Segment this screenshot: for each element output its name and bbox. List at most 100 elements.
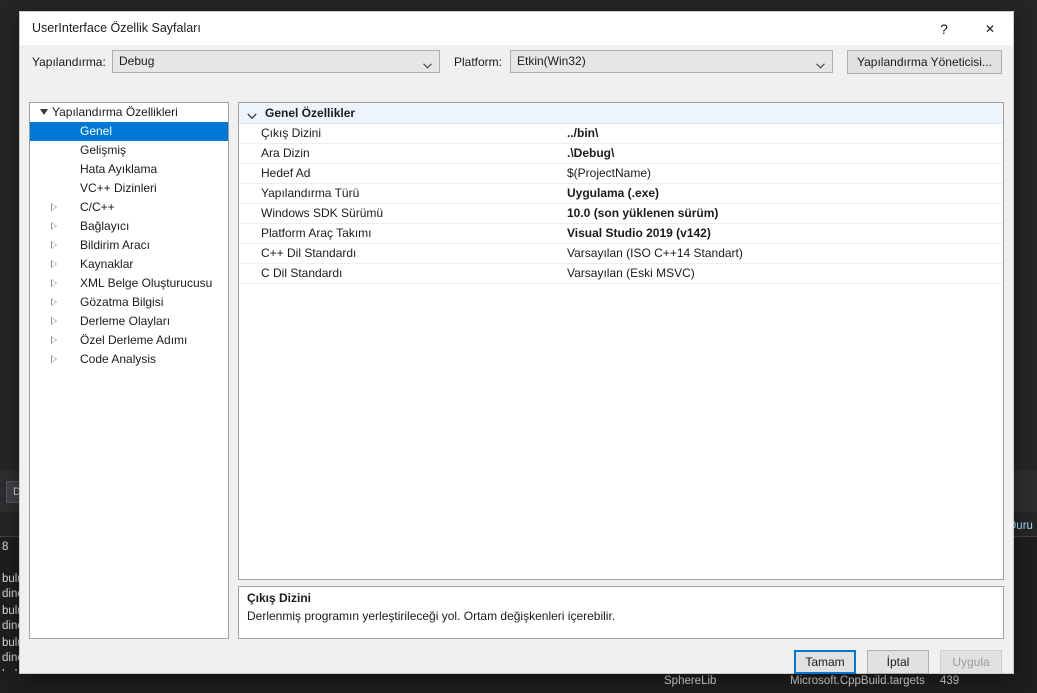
tree-item-label: Genel [80, 124, 113, 138]
status-file: Microsoft.CppBuild.targets [790, 675, 925, 687]
property-name: Platform Araç Takımı [261, 226, 372, 240]
configuration-bar: Yapılandırma: Debug Platform: Etkin(Win3… [20, 45, 1013, 80]
triangle-glyph [40, 109, 48, 115]
dialog-title-bar: UserInterface Özellik Sayfaları ? ✕ [20, 12, 1013, 45]
property-name: Ara Dizin [261, 146, 310, 160]
help-glyph: ? [940, 20, 948, 37]
property-value[interactable]: Uygulama (.exe) [567, 186, 659, 200]
expander-closed-icon[interactable] [46, 350, 62, 369]
triangle-glyph [51, 259, 57, 268]
triangle-glyph [51, 335, 57, 344]
property-row[interactable]: C++ Dil Standardı Varsayılan (ISO C++14 S… [239, 244, 1003, 264]
expander-closed-icon[interactable] [46, 312, 62, 331]
status-badge: 8 [2, 541, 9, 553]
description-panel: Çıkış Dizini Derlenmiş programın yerleşt… [238, 586, 1004, 639]
tree-item-yap-land-rma-zellikleri[interactable]: Yapılandırma Özellikleri [30, 103, 228, 122]
property-name: C Dil Standardı [261, 266, 343, 280]
chevron-down-icon [423, 58, 432, 69]
triangle-glyph [51, 240, 57, 249]
tree-item-hata-ay-klama[interactable]: Hata Ayıklama [30, 160, 228, 179]
tree-item-genel[interactable]: Genel [30, 122, 228, 141]
property-pages-dialog: UserInterface Özellik Sayfaları ? ✕ Yapı… [20, 12, 1013, 674]
help-icon[interactable]: ? [921, 12, 967, 45]
apply-button: Uygula [940, 650, 1002, 674]
platform-value: Etkin(Win32) [517, 54, 586, 68]
expander-closed-icon[interactable] [46, 198, 62, 217]
status-project: SphereLib [664, 675, 717, 687]
chevron-down-icon [816, 58, 825, 69]
property-value[interactable]: Varsayılan (ISO C++14 Standart) [567, 246, 743, 260]
property-value[interactable]: Varsayılan (Eski MSVC) [567, 266, 695, 280]
property-grid[interactable]: Genel Özellikler Çıkış Dizini ../bin\ Ara … [238, 102, 1004, 580]
property-row[interactable]: Çıkış Dizini ../bin\ [239, 124, 1003, 144]
triangle-glyph [51, 221, 57, 230]
description-text: Derlenmiş programın yerleştirileceği yol… [247, 609, 616, 623]
tree-item-kaynaklar[interactable]: Kaynaklar [30, 255, 228, 274]
property-value[interactable]: $(ProjectName) [567, 166, 651, 180]
cancel-button[interactable]: İptal [867, 650, 929, 674]
tree-item-geli-mi[interactable]: Gelişmiş [30, 141, 228, 160]
property-name: Çıkış Dizini [261, 126, 322, 140]
dialog-title: UserInterface Özellik Sayfaları [32, 21, 201, 35]
apply-button-label: Uygula [952, 655, 990, 669]
tree-item-g-zatma-bilgisi[interactable]: Gözatma Bilgisi [30, 293, 228, 312]
triangle-glyph [51, 278, 57, 287]
ok-button[interactable]: Tamam [794, 650, 856, 674]
tree-item-derleme-olaylar[interactable]: Derleme Olayları [30, 312, 228, 331]
expander-closed-icon[interactable] [46, 255, 62, 274]
grid-section-title: Genel Özellikler [265, 106, 356, 120]
expander-closed-icon[interactable] [46, 217, 62, 236]
property-row[interactable]: Windows SDK Sürümü 10.0 (son yüklenen sür… [239, 204, 1003, 224]
expander-closed-icon[interactable] [46, 274, 62, 293]
property-row[interactable]: Ara Dizin .\Debug\ [239, 144, 1003, 164]
triangle-glyph [51, 354, 57, 363]
triangle-glyph [51, 202, 57, 211]
expander-closed-icon[interactable] [46, 236, 62, 255]
expander-closed-icon[interactable] [46, 331, 62, 350]
configuration-label: Yapılandırma: [32, 55, 106, 69]
property-value[interactable]: ../bin\ [567, 126, 598, 140]
property-row[interactable]: Hedef Ad $(ProjectName) [239, 164, 1003, 184]
tree-item-code-analysis[interactable]: Code Analysis [30, 350, 228, 369]
property-name: C++ Dil Standardı [261, 246, 357, 260]
tree-item-label: Gelişmiş [80, 143, 127, 157]
tree-item-bildirim-arac[interactable]: Bildirim Aracı [30, 236, 228, 255]
property-value[interactable]: Visual Studio 2019 (v142) [567, 226, 711, 240]
tree-item-label: Hata Ayıklama [80, 162, 158, 176]
grid-section-header[interactable]: Genel Özellikler [239, 103, 1003, 124]
cancel-button-label: İptal [886, 655, 910, 669]
tree-item-ba-lay-c[interactable]: Bağlayıcı [30, 217, 228, 236]
triangle-glyph [51, 316, 57, 325]
status-line: 439 [940, 675, 960, 687]
configuration-manager-label: Yapılandırma Yöneticisi... [857, 55, 992, 69]
property-row[interactable]: Yapılandırma Türü Uygulama (.exe) [239, 184, 1003, 204]
property-row[interactable]: Platform Araç Takımı Visual Studio 2019 (… [239, 224, 1003, 244]
tree-item-c-c[interactable]: C/C++ [30, 198, 228, 217]
property-name: Yapılandırma Türü [261, 186, 360, 200]
platform-combo[interactable]: Etkin(Win32) [510, 50, 833, 73]
tree-item-vc-dizinleri[interactable]: VC++ Dizinleri [30, 179, 228, 198]
configuration-manager-button[interactable]: Yapılandırma Yöneticisi... [847, 50, 1002, 74]
property-tree[interactable]: Yapılandırma Özellikleri Genel Gelişmiş Hat… [29, 102, 229, 639]
ok-button-label: Tamam [805, 655, 845, 669]
property-row[interactable]: C Dil Standardı Varsayılan (Eski MSVC) [239, 264, 1003, 284]
configuration-combo[interactable]: Debug [112, 50, 440, 73]
dialog-body: Yapılandırma Özellikleri Genel Gelişmiş Hat… [20, 80, 1013, 674]
expander-open-icon[interactable] [36, 103, 52, 122]
property-value[interactable]: 10.0 (son yüklenen sürüm) [567, 206, 718, 220]
chevron-down-icon [247, 109, 257, 120]
close-glyph: ✕ [984, 21, 996, 36]
close-icon[interactable]: ✕ [967, 12, 1013, 45]
property-value[interactable]: .\Debug\ [567, 146, 614, 160]
triangle-glyph [51, 297, 57, 306]
tree-item-zel-derleme-ad-m[interactable]: Özel Derleme Adımı [30, 331, 228, 350]
status-bar: SphereLib Microsoft.CppBuild.targets 439 [0, 671, 1037, 693]
tree-item-xml-belge-olu-turucusu[interactable]: XML Belge Oluşturucusu [30, 274, 228, 293]
platform-label: Platform: [454, 55, 503, 69]
expander-closed-icon[interactable] [46, 293, 62, 312]
tree-item-label: Yapılandırma Özellikleri [52, 105, 178, 119]
tree-item-label: VC++ Dizinleri [80, 181, 157, 195]
property-name: Windows SDK Sürümü [261, 206, 384, 220]
description-title: Çıkış Dizini [247, 591, 312, 605]
configuration-value: Debug [119, 54, 155, 68]
